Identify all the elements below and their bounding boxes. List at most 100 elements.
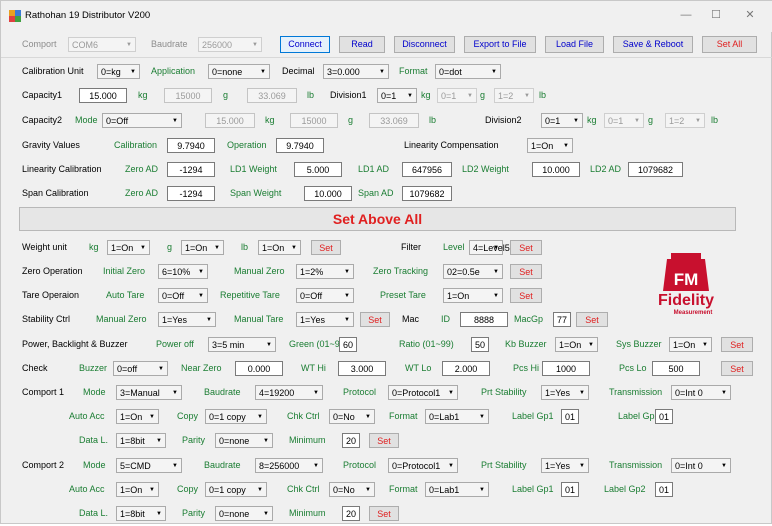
comport1-minimum-input[interactable]: 20 [342,433,360,448]
pcs-hi-input[interactable]: 1000 [542,361,590,376]
format-select[interactable]: 0=dot ▼ [435,64,501,79]
comport2-set-button[interactable]: Set [369,506,399,521]
comport1-label-gp1-input[interactable]: 01 [561,409,579,424]
span-zero-ad-input[interactable]: -1294 [167,186,215,201]
ld2-ad-input[interactable]: 1079682 [628,162,683,177]
comport2-auto-acc-select[interactable]: 1=On ▼ [116,482,159,497]
zero-tracking-select[interactable]: 02=0.5e ▼ [443,264,503,279]
weight-unit-set-button[interactable]: Set [311,240,341,255]
connect-button[interactable]: Connect [280,36,330,53]
comport-select[interactable]: COM6 ▼ [68,37,136,52]
division2-g-select[interactable]: 0=1 ▼ [604,113,644,128]
manual-zero-select[interactable]: 1=2% ▼ [296,264,354,279]
disconnect-button[interactable]: Disconnect [394,36,455,53]
comport1-parity-select[interactable]: 0=none ▼ [215,433,273,448]
comport2-label-gp1-input[interactable]: 01 [561,482,579,497]
decimal-select[interactable]: 3=0.000 ▼ [323,64,389,79]
span-ad-input[interactable]: 1079682 [402,186,452,201]
repetitive-tare-select[interactable]: 0=Off ▼ [296,288,354,303]
ld1-ad-input[interactable]: 647956 [402,162,452,177]
export-button[interactable]: Export to File [464,36,536,53]
auto-tare-select[interactable]: 0=Off ▼ [158,288,208,303]
comport1-format-select[interactable]: 0=Lab1 ▼ [425,409,489,424]
stability-manual-tare-select[interactable]: 1=Yes ▼ [296,312,354,327]
tare-set-button[interactable]: Set [510,288,542,303]
division2-lb-select[interactable]: 1=2 ▼ [665,113,705,128]
division2-kg-select[interactable]: 0=1 ▼ [541,113,583,128]
zero-set-button[interactable]: Set [510,264,542,279]
save-reboot-button[interactable]: Save & Reboot [613,36,693,53]
comport2-chk-ctrl-select[interactable]: 0=No ▼ [329,482,375,497]
pcs-lo-input[interactable]: 500 [652,361,700,376]
capacity2-lb-input[interactable]: 33.069 [369,113,419,128]
division1-kg-select[interactable]: 0=1 ▼ [377,88,417,103]
weight-unit-kg-select[interactable]: 1=On ▼ [107,240,150,255]
set-above-all-button[interactable]: Set Above All [19,207,736,231]
baudrate-select[interactable]: 256000 ▼ [198,37,262,52]
power-off-select[interactable]: 3=5 min ▼ [208,337,276,352]
minimize-button[interactable]: — [678,7,694,23]
comport1-transmission-select[interactable]: 0=Int 0 ▼ [671,385,731,400]
capacity1-lb-input[interactable]: 33.069 [247,88,297,103]
division1-lb-select[interactable]: 1=2 ▼ [494,88,534,103]
capacity2-g-input[interactable]: 15000 [290,113,338,128]
comport1-mode-select[interactable]: 3=Manual ▼ [116,385,182,400]
gravity-operation-input[interactable]: 9.7940 [276,138,324,153]
comport1-baudrate-select[interactable]: 4=19200 ▼ [255,385,323,400]
calibration-unit-select[interactable]: 0=kg ▼ [97,64,140,79]
application-select[interactable]: 0=none ▼ [208,64,270,79]
initial-zero-select[interactable]: 6=10% ▼ [158,264,208,279]
power-set-button[interactable]: Set [721,337,753,352]
comport1-auto-acc-select[interactable]: 1=On ▼ [116,409,159,424]
capacity1-kg-input[interactable]: 15.000 [79,88,127,103]
span-weight-input[interactable]: 10.000 [304,186,352,201]
linearity-zero-ad-input[interactable]: -1294 [167,162,215,177]
stability-manual-zero-select[interactable]: 1=Yes ▼ [158,312,216,327]
comport1-chk-ctrl-select[interactable]: 0=No ▼ [329,409,375,424]
maximize-button[interactable]: ☐ [708,7,724,23]
ratio-input[interactable]: 50 [471,337,489,352]
stability-set-button[interactable]: Set [360,312,390,327]
gravity-calibration-input[interactable]: 9.7940 [167,138,215,153]
filter-set-button[interactable]: Set [510,240,542,255]
comport2-baudrate-select[interactable]: 8=256000 ▼ [255,458,323,473]
load-file-button[interactable]: Load File [545,36,604,53]
comport2-format-select[interactable]: 0=Lab1 ▼ [425,482,489,497]
comport1-prt-stability-select[interactable]: 1=Yes ▼ [541,385,589,400]
near-zero-input[interactable]: 0.000 [235,361,283,376]
read-button[interactable]: Read [339,36,385,53]
comport2-prt-stability-select[interactable]: 1=Yes ▼ [541,458,589,473]
comport2-transmission-select[interactable]: 0=Int 0 ▼ [671,458,731,473]
ld1-weight-input[interactable]: 5.000 [294,162,342,177]
preset-tare-select[interactable]: 1=On ▼ [443,288,503,303]
wt-lo-input[interactable]: 2.000 [442,361,490,376]
comport2-copy-select[interactable]: 0=1 copy ▼ [205,482,267,497]
mac-id-input[interactable]: 8888 [460,312,508,327]
weight-unit-lb-select[interactable]: 1=On ▼ [258,240,301,255]
comport2-label-gp2-input[interactable]: 01 [655,482,673,497]
close-button[interactable]: ✕ [742,7,758,23]
capacity2-mode-select[interactable]: 0=Off ▼ [102,113,182,128]
comport1-copy-select[interactable]: 0=1 copy ▼ [205,409,267,424]
macgp-input[interactable]: 77 [553,312,571,327]
ld2-weight-input[interactable]: 10.000 [532,162,580,177]
comport1-data-length-select[interactable]: 1=8bit ▼ [116,433,166,448]
comport1-set-button[interactable]: Set [369,433,399,448]
comport2-minimum-input[interactable]: 20 [342,506,360,521]
filter-level-select[interactable]: 4=Level5 ▼ [469,240,510,255]
comport1-protocol-select[interactable]: 0=Protocol1 ▼ [388,385,458,400]
comport1-label-gp2-input[interactable]: 01 [655,409,673,424]
capacity2-kg-input[interactable]: 15.000 [205,113,255,128]
check-buzzer-select[interactable]: 0=off ▼ [113,361,168,376]
comport2-mode-select[interactable]: 5=CMD ▼ [116,458,182,473]
mac-set-button[interactable]: Set [576,312,608,327]
set-all-button[interactable]: Set All [702,36,757,53]
comport2-data-length-select[interactable]: 1=8bit ▼ [116,506,166,521]
green-input[interactable]: 60 [339,337,357,352]
comport2-parity-select[interactable]: 0=none ▼ [215,506,273,521]
check-set-button[interactable]: Set [721,361,753,376]
sys-buzzer-select[interactable]: 1=On ▼ [669,337,712,352]
capacity1-g-input[interactable]: 15000 [164,88,212,103]
weight-unit-g-select[interactable]: 1=On ▼ [181,240,224,255]
kb-buzzer-select[interactable]: 1=On ▼ [555,337,598,352]
